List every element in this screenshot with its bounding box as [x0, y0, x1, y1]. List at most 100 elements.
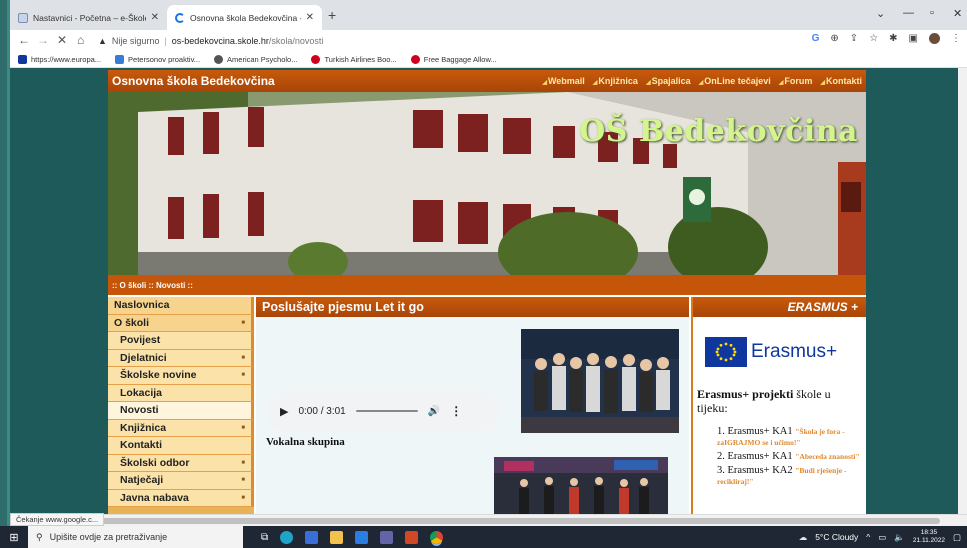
expand-arrow-icon: ■ [241, 494, 245, 501]
toolbar-icons: G ⊕ ⇪ ☆ ✱ ▣ ⋮ [812, 33, 961, 44]
tab-search-icon[interactable]: ⌄ [876, 7, 885, 20]
sidebar-item-lokacija[interactable]: Lokacija [108, 384, 254, 402]
sidebar-item-školske-novine[interactable]: Školske novine ■ [108, 367, 254, 385]
minimize-icon[interactable]: — [903, 7, 914, 19]
windows-start-icon[interactable]: ⊞ [0, 526, 28, 548]
tab-nastavnici[interactable]: Nastavnici - Početna – e-Škole ✕ [10, 5, 167, 30]
bookmark-europa[interactable]: https://www.europa... [18, 55, 101, 64]
forward-icon[interactable]: → [37, 33, 49, 47]
bookmark-label: Turkish Airlines Boo... [324, 55, 397, 64]
sidebar-item-kontakti[interactable]: Kontakti [108, 437, 254, 455]
stage-photo[interactable] [494, 457, 668, 514]
taskbar-search[interactable]: ⚲ Upišite ovdje za pretraživanje [28, 526, 243, 548]
edge-icon[interactable] [280, 530, 294, 544]
vertical-scrollbar[interactable] [958, 68, 967, 514]
sidebar-item-školski-odbor[interactable]: Školski odbor ■ [108, 454, 254, 472]
play-icon[interactable]: ▶ [280, 405, 288, 418]
sidebar-item-label: Djelatnici [120, 351, 167, 364]
bookmark-peterson[interactable]: Petersonov proaktiv... [115, 55, 200, 64]
nav-online-tecajevi[interactable]: OnLine tečajevi [699, 76, 771, 86]
extensions-icon[interactable]: ✱ [889, 33, 897, 44]
stop-icon[interactable]: ✕ [57, 33, 67, 47]
home-icon[interactable]: ⌂ [77, 33, 84, 47]
weather-text[interactable]: 5°C Cloudy [815, 532, 858, 542]
avatar[interactable] [929, 33, 940, 44]
bookmark-baggage[interactable]: Free Baggage Allow... [410, 55, 497, 64]
sidebar-item-naslovnica[interactable]: Naslovnica [108, 297, 254, 315]
more-options-icon[interactable]: ⋮ [450, 404, 462, 418]
erasmus-logo-text: Erasmus+ [751, 341, 838, 362]
status-bubble: Čekanje www.google.c... [10, 513, 105, 526]
list-item: 3. Erasmus+ KA2 "Budi rješenje - recikli… [717, 465, 847, 486]
taskbar-search-placeholder: Upišite ovdje za pretraživanje [49, 532, 168, 542]
url-field[interactable]: ▲ Nije sigurno | os-bedekovcina.skole.hr… [98, 32, 816, 50]
sidebar-item-label: Kontakti [120, 439, 162, 452]
network-icon[interactable]: ▭ [878, 532, 886, 543]
notifications-icon[interactable]: ▢ [953, 532, 961, 543]
audio-player[interactable]: ▶ 0:00 / 3:01 🔊 ⋮ [266, 390, 500, 432]
maximize-icon[interactable]: ▫ [930, 7, 934, 19]
bookmark-label: Free Baggage Allow... [423, 55, 497, 64]
sidebar-item-djelatnici[interactable]: Djelatnici ■ [108, 349, 254, 367]
page-viewport: Osnovna škola Bedekovčina Webmail Knjižn… [10, 68, 967, 514]
sidebar-item-o-školi[interactable]: O školi ■ [108, 314, 254, 332]
task-view-icon[interactable]: ⧉ [261, 532, 268, 543]
sidebar-item-natječaji[interactable]: Natječaji ■ [108, 472, 254, 490]
new-tab-icon[interactable]: + [328, 7, 336, 23]
clock[interactable]: 18:35 21.11.2022 [913, 529, 945, 545]
menu-icon[interactable]: ⋮ [951, 33, 961, 44]
chevron-up-icon[interactable]: ^ [866, 532, 870, 542]
chrome-icon[interactable] [430, 530, 444, 544]
audio-progress-track[interactable] [355, 410, 418, 412]
sidebar-item-label: Knjižnica [120, 421, 167, 434]
tab-bedekovcina[interactable]: Osnovna škola Bedekovčina - No ✕ [167, 5, 322, 30]
erasmus-logo[interactable]: Erasmus+ [705, 337, 837, 367]
nav-forum[interactable]: Forum [779, 76, 812, 86]
search-icon: ⚲ [36, 531, 43, 542]
banner-logo-text: OŠ Bedekovčina [579, 114, 858, 149]
file-explorer-icon[interactable] [330, 530, 344, 544]
page-icon [18, 12, 28, 23]
erasmus-panel: ERASMUS + Erasmus+ Erasmus+ projekti ško… [691, 297, 866, 514]
bookmark-apa[interactable]: American Psycholo... [214, 55, 297, 64]
close-tab-icon[interactable]: ✕ [306, 12, 314, 23]
content-area: Naslovnica O školi ■ Povijest Djelatnici ■ Ško… [108, 297, 866, 514]
nav-knjiznica[interactable]: Knjižnica [593, 76, 638, 86]
security-label[interactable]: Nije sigurno [112, 36, 160, 46]
warning-icon[interactable]: ▲ [98, 36, 107, 46]
school-banner: OŠ Bedekovčina [108, 92, 866, 275]
sidebar-item-knjižnica[interactable]: Knjižnica ■ [108, 419, 254, 437]
volume-icon[interactable]: 🔈 [894, 532, 905, 543]
project-name: Erasmus+ KA2 [727, 465, 793, 476]
horizontal-scrollbar[interactable] [10, 514, 967, 526]
nav-spajalica[interactable]: Spajalica [646, 76, 691, 86]
browser-window: Nastavnici - Početna – e-Škole ✕ Osnovna… [10, 0, 967, 526]
article-title[interactable]: Poslušajte pjesmu Let it go [256, 297, 689, 317]
close-window-icon[interactable]: ✕ [953, 7, 962, 20]
back-icon[interactable]: ← [18, 33, 30, 47]
sidebar-item-javna-nabava[interactable]: Javna nabava ■ [108, 489, 254, 507]
sidebar-item-novosti[interactable]: Novosti [108, 402, 254, 420]
sidebar-item-label: Povijest [120, 334, 161, 347]
mail-icon[interactable] [355, 530, 369, 544]
share-icon[interactable]: ⇪ [850, 33, 858, 44]
close-tab-icon[interactable]: ✕ [151, 12, 159, 23]
bookmark-turkish[interactable]: Turkish Airlines Boo... [311, 55, 397, 64]
teams-icon[interactable] [380, 530, 394, 544]
nav-kontakti[interactable]: Kontakti [820, 76, 862, 86]
sidepanel-icon[interactable]: ▣ [909, 33, 918, 44]
site-title[interactable]: Osnovna škola Bedekovčina [112, 74, 275, 88]
expand-arrow-icon: ■ [241, 319, 245, 326]
nav-webmail[interactable]: Webmail [542, 76, 585, 86]
choir-photo[interactable] [521, 329, 679, 433]
sidebar-item-povijest[interactable]: Povijest [108, 332, 254, 350]
project-quote[interactable]: "Abeceda znanosti" [795, 452, 859, 461]
windows-taskbar: ⊞ ⚲ Upišite ovdje za pretraživanje ⧉ ☁ 5… [0, 526, 967, 548]
google-icon[interactable]: G [812, 33, 820, 44]
zoom-icon[interactable]: ⊕ [830, 33, 838, 44]
store-icon[interactable] [305, 530, 319, 544]
powerpoint-icon[interactable] [405, 530, 419, 544]
scrollbar-thumb[interactable] [98, 518, 940, 524]
volume-icon[interactable]: 🔊 [428, 406, 440, 417]
star-icon[interactable]: ☆ [869, 33, 878, 44]
